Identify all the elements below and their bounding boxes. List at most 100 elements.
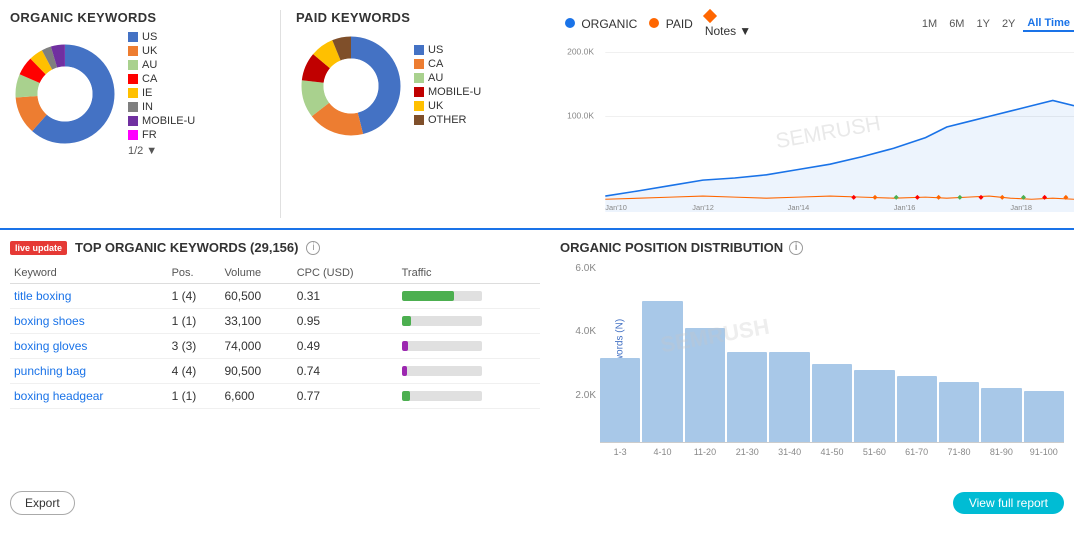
bar	[897, 376, 937, 442]
bar	[981, 388, 1021, 442]
volume-cell: 33,100	[220, 309, 292, 334]
traffic-cell	[398, 384, 540, 409]
traffic-cell	[398, 284, 540, 309]
svg-text:◆: ◆	[1042, 194, 1047, 201]
bar-label: 51-60	[854, 447, 894, 457]
svg-text:◆: ◆	[936, 194, 941, 201]
keyword-link[interactable]: boxing shoes	[14, 314, 85, 328]
live-badge: live update	[10, 241, 67, 255]
keyword-link[interactable]: title boxing	[14, 289, 71, 303]
bar	[685, 328, 725, 442]
svg-text:◆: ◆	[1021, 194, 1026, 201]
bar-label: 1-3	[600, 447, 640, 457]
notes-button[interactable]: Notes ▼	[705, 24, 751, 38]
time-1y[interactable]: 1Y	[972, 16, 993, 32]
bar	[769, 352, 809, 442]
organic-legend-label: ORGANIC	[581, 17, 637, 31]
svg-text:Jan'12: Jan'12	[692, 203, 714, 212]
keyword-link[interactable]: boxing headgear	[14, 389, 103, 403]
col-cpc: CPC (USD)	[293, 263, 398, 284]
bar-label: 11-20	[685, 447, 725, 457]
svg-text:◆: ◆	[979, 194, 984, 201]
bar	[642, 301, 682, 442]
export-button[interactable]: Export	[10, 491, 75, 515]
cpc-cell: 0.49	[293, 334, 398, 359]
cpc-cell: 0.74	[293, 359, 398, 384]
bar-label: 4-10	[642, 447, 682, 457]
keyword-link[interactable]: punching bag	[14, 364, 86, 378]
svg-text:◆: ◆	[851, 194, 856, 201]
keyword-link[interactable]: boxing gloves	[14, 339, 87, 353]
svg-text:◆: ◆	[1063, 194, 1068, 201]
pos-cell: 1 (1)	[168, 384, 221, 409]
table-row: boxing shoes 1 (1) 33,100 0.95	[10, 309, 540, 334]
table-info-icon[interactable]: i	[306, 241, 320, 255]
organic-donut	[10, 39, 120, 149]
chart-legend: ORGANIC PAID Notes ▼	[565, 10, 751, 38]
svg-text:Jan'14: Jan'14	[788, 203, 810, 212]
time-6m[interactable]: 6M	[945, 16, 968, 32]
bar	[854, 370, 894, 442]
view-report-button[interactable]: View full report	[953, 492, 1064, 514]
volume-cell: 6,600	[220, 384, 292, 409]
paid-donut	[296, 31, 406, 141]
bar	[727, 352, 767, 442]
svg-text:Jan'16: Jan'16	[894, 203, 916, 212]
organic-legend: US UK AU CA IE IN MOBILE-U FR 1/2 ▼	[128, 31, 195, 157]
paid-keywords-section: PAID KEYWORDS	[280, 10, 550, 218]
pos-cell: 4 (4)	[168, 359, 221, 384]
distribution-section: ORGANIC POSITION DISTRIBUTION i 6.0K 4.0…	[560, 240, 1064, 473]
svg-text:◆: ◆	[1000, 194, 1005, 201]
table-row: boxing gloves 3 (3) 74,000 0.49	[10, 334, 540, 359]
keywords-table: Keyword Pos. Volume CPC (USD) Traffic ti…	[10, 263, 540, 409]
page-indicator: 1/2	[128, 145, 143, 157]
svg-text:100.0K: 100.0K	[567, 110, 594, 120]
bar	[1024, 391, 1064, 442]
time-range-buttons: 1M 6M 1Y 2Y All Time	[918, 16, 1074, 32]
volume-cell: 74,000	[220, 334, 292, 359]
pos-cell: 3 (3)	[168, 334, 221, 359]
table-row: punching bag 4 (4) 90,500 0.74	[10, 359, 540, 384]
bottom-actions: Export View full report	[0, 483, 1074, 523]
svg-text:◆: ◆	[957, 194, 962, 201]
paid-title: PAID KEYWORDS	[296, 10, 550, 25]
time-1m[interactable]: 1M	[918, 16, 941, 32]
table-row: boxing headgear 1 (1) 6,600 0.77	[10, 384, 540, 409]
col-volume: Volume	[220, 263, 292, 284]
cpc-cell: 0.77	[293, 384, 398, 409]
paid-legend-label: PAID	[666, 17, 693, 31]
col-pos: Pos.	[168, 263, 221, 284]
svg-text:◆: ◆	[915, 194, 920, 201]
traffic-cell	[398, 359, 540, 384]
svg-text:SEMRUSH: SEMRUSH	[774, 112, 882, 153]
bar	[600, 358, 640, 442]
col-traffic: Traffic	[398, 263, 540, 284]
time-2y[interactable]: 2Y	[998, 16, 1019, 32]
dist-info-icon[interactable]: i	[789, 241, 803, 255]
svg-text:Jan'10: Jan'10	[605, 203, 627, 212]
paid-legend: US CA AU MOBILE-U UK OTHER	[414, 44, 481, 128]
cpc-cell: 0.31	[293, 284, 398, 309]
organic-keywords-section: ORGANIC KEYWORDS	[10, 10, 280, 218]
bar-label: 31-40	[769, 447, 809, 457]
time-all[interactable]: All Time	[1023, 16, 1074, 32]
svg-text:Jan'18: Jan'18	[1010, 203, 1032, 212]
line-chart: 200.0K 100.0K Jan'10 Jan'12 Jan'14 Jan'1…	[565, 42, 1074, 212]
bar-label: 81-90	[981, 447, 1021, 457]
traffic-cell	[398, 309, 540, 334]
bar	[812, 364, 852, 442]
volume-cell: 90,500	[220, 359, 292, 384]
volume-cell: 60,500	[220, 284, 292, 309]
keywords-table-section: live update TOP ORGANIC KEYWORDS (29,156…	[10, 240, 540, 473]
pos-cell: 1 (4)	[168, 284, 221, 309]
traffic-cell	[398, 334, 540, 359]
svg-text:◆: ◆	[873, 194, 878, 201]
cpc-cell: 0.95	[293, 309, 398, 334]
bar-label: 61-70	[897, 447, 937, 457]
bar	[939, 382, 979, 442]
col-keyword: Keyword	[10, 263, 168, 284]
organic-title: ORGANIC KEYWORDS	[10, 10, 280, 25]
bar-label: 21-30	[727, 447, 767, 457]
table-title: TOP ORGANIC KEYWORDS (29,156)	[75, 240, 298, 255]
bar-label: 71-80	[939, 447, 979, 457]
